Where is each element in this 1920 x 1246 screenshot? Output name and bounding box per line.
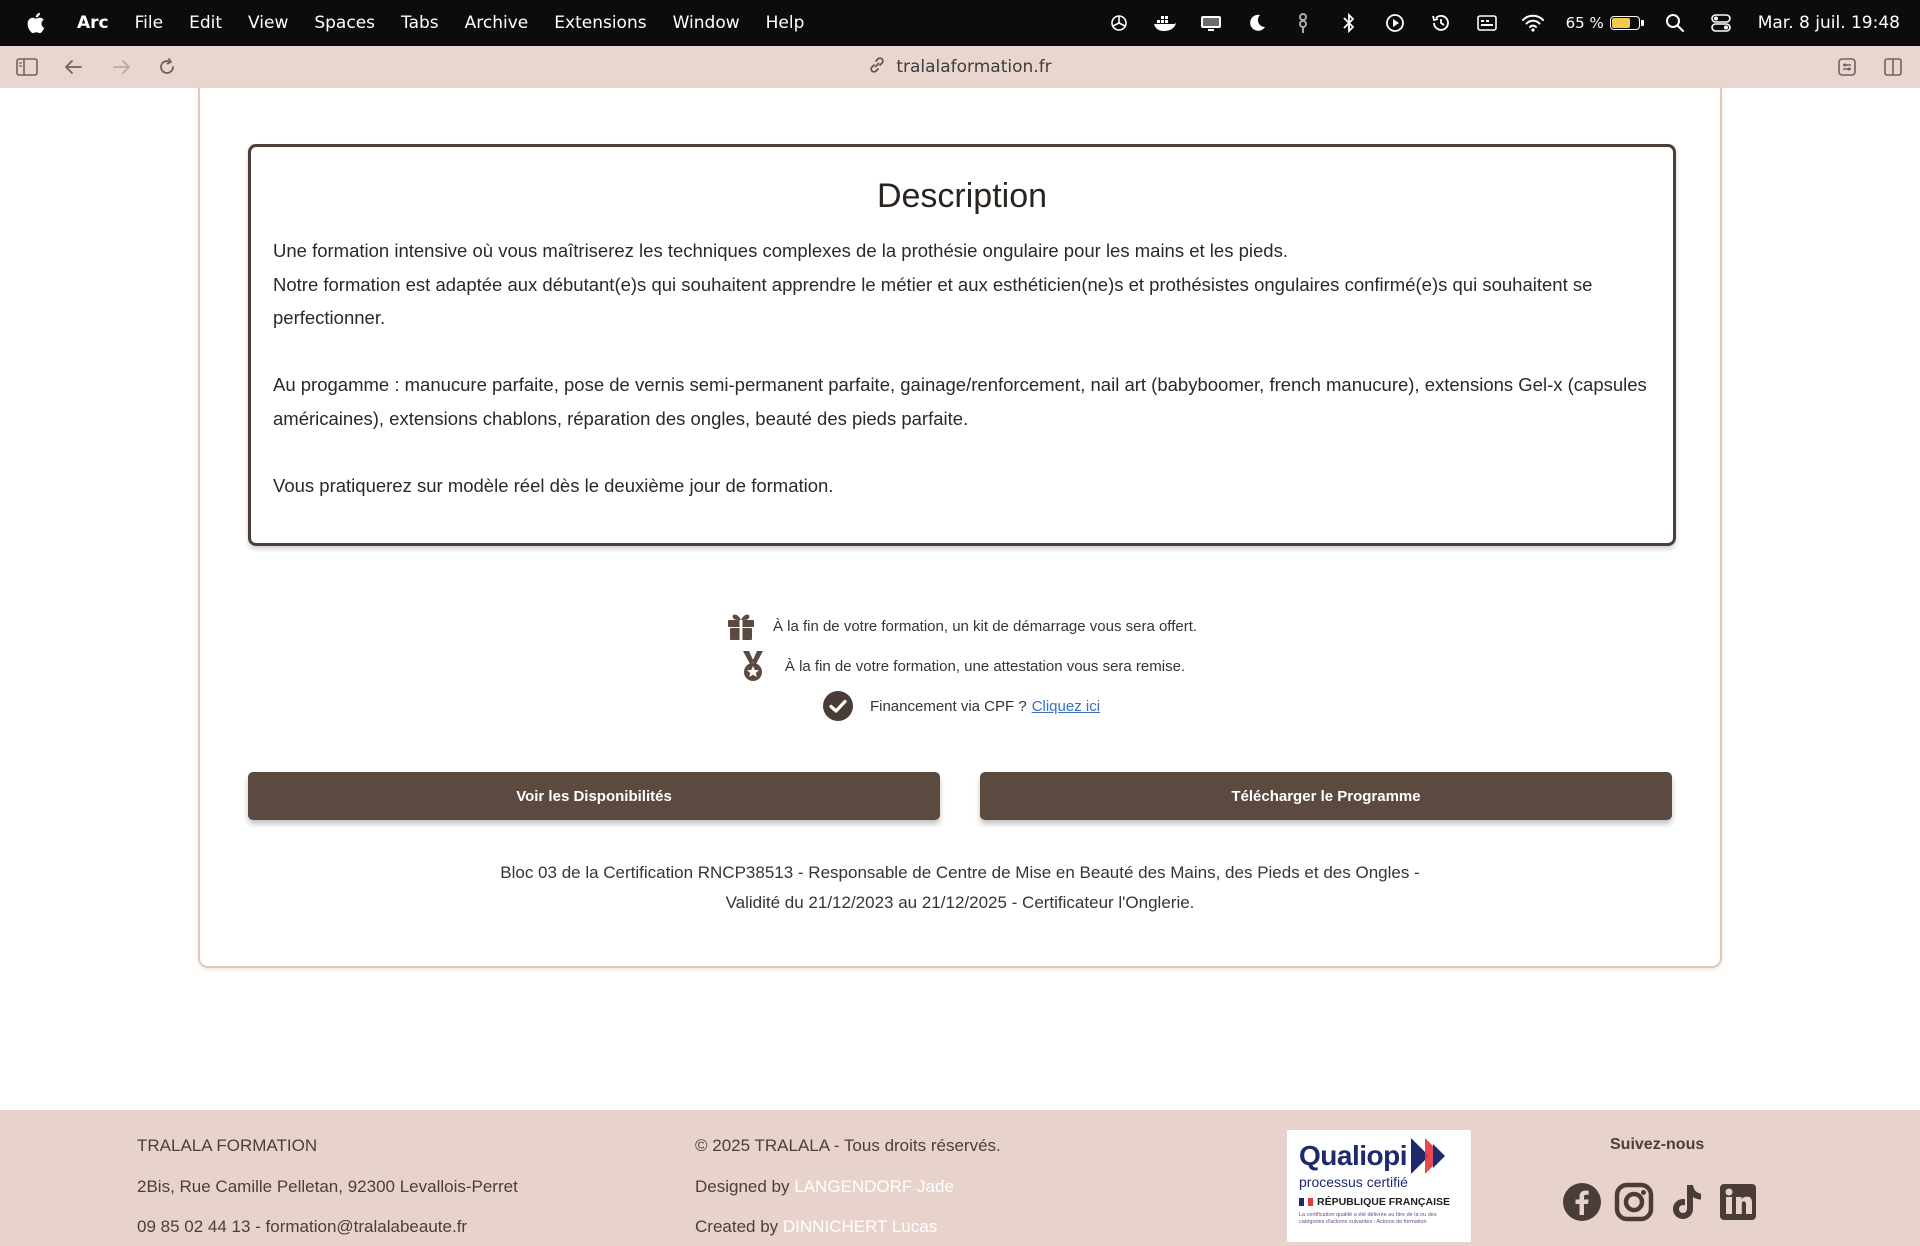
url-text[interactable]: tralalaformation.fr (896, 57, 1051, 77)
facebook-icon[interactable] (1562, 1182, 1602, 1222)
description-title: Description (876, 177, 1048, 215)
medal-icon (735, 648, 771, 684)
openai-icon[interactable] (1106, 10, 1132, 36)
feature-cpf: Financement via CPF ? Cliquez ici (200, 686, 1720, 726)
footer-contact[interactable]: 09 85 02 44 13 - formation@tralalabeaute… (137, 1207, 518, 1246)
footer-created-by: Created by DINNICHERT Lucas (695, 1207, 1001, 1246)
battery-icon[interactable] (1609, 16, 1644, 30)
browser-toolbar: tralalaformation.fr (0, 46, 1920, 88)
footer-credits: © 2025 TRALALA - Tous droits réservés. D… (695, 1126, 1001, 1246)
menu-help[interactable]: Help (766, 13, 805, 33)
tiktok-icon[interactable] (1666, 1182, 1706, 1222)
menu-spaces[interactable]: Spaces (314, 13, 375, 33)
course-card: Description Une formation intensive où v… (198, 88, 1722, 968)
wifi-icon[interactable] (1520, 10, 1546, 36)
download-program-button[interactable]: Télécharger le Programme (980, 772, 1672, 820)
feature-attestation-text: À la fin de votre formation, une attesta… (784, 657, 1186, 675)
certification-info: Bloc 03 de la Certification RNCP38513 - … (200, 858, 1720, 918)
description-paragraph: Au progamme : manucure parfaite, pose de… (273, 374, 1647, 429)
split-view-icon[interactable] (1876, 50, 1910, 84)
feature-attestation: À la fin de votre formation, une attesta… (200, 646, 1720, 686)
features-list: À la fin de votre formation, un kit de d… (200, 606, 1720, 726)
feature-kit-text: À la fin de votre formation, un kit de d… (772, 617, 1198, 635)
keyboard-icon[interactable] (1474, 10, 1500, 36)
feature-cpf-text: Financement via CPF ? (869, 697, 1027, 715)
moon-icon[interactable] (1244, 10, 1270, 36)
qualiopi-logo: Qualiopi processus certifié RÉPUBLIQUE F… (1287, 1130, 1471, 1242)
footer-address: 2Bis, Rue Camille Pelletan, 92300 Levall… (137, 1176, 518, 1196)
description-paragraph: Vous pratiquerez sur modèle réel dès le … (273, 474, 834, 496)
time-machine-icon[interactable] (1428, 10, 1454, 36)
display-icon[interactable] (1198, 10, 1224, 36)
menu-extensions[interactable]: Extensions (554, 13, 646, 33)
dots-icon[interactable] (1290, 10, 1316, 36)
footer-company-info: TRALALA FORMATION 2Bis, Rue Camille Pell… (137, 1126, 518, 1246)
feature-kit: À la fin de votre formation, un kit de d… (200, 606, 1720, 646)
menu-view[interactable]: View (248, 13, 288, 33)
footer-designed-by: Designed by LANGENDORF Jade (695, 1167, 1001, 1208)
qualiopi-republic-text: RÉPUBLIQUE FRANÇAISE (1317, 1196, 1451, 1208)
footer: TRALALA FORMATION 2Bis, Rue Camille Pell… (0, 1110, 1920, 1246)
check-circle-icon (820, 688, 856, 724)
availability-button[interactable]: Voir les Disponibilités (248, 772, 940, 820)
qualiopi-arrows-icon (1411, 1138, 1445, 1174)
footer-company-name: TRALALA FORMATION (137, 1136, 318, 1155)
menu-bar: Arc File Edit View Spaces Tabs Archive E… (0, 0, 1920, 46)
qualiopi-title: Qualiopi (1299, 1140, 1408, 1171)
french-flag-icon (1299, 1198, 1314, 1206)
menu-window[interactable]: Window (673, 13, 740, 33)
search-icon[interactable] (1662, 10, 1688, 36)
play-icon[interactable] (1382, 10, 1408, 36)
apple-logo-icon[interactable] (20, 8, 50, 38)
certification-line: Bloc 03 de la Certification RNCP38513 - … (500, 863, 1420, 882)
instagram-icon[interactable] (1614, 1182, 1654, 1222)
back-arrow-icon[interactable] (57, 50, 91, 84)
battery-percent: 65 % (1565, 14, 1604, 32)
link-icon[interactable] (868, 56, 886, 79)
certification-line: Validité du 21/12/2023 au 21/12/2025 - C… (725, 893, 1195, 912)
bluetooth-icon[interactable] (1336, 10, 1362, 36)
qualiopi-republic: RÉPUBLIQUE FRANÇAISE (1299, 1196, 1459, 1208)
menu-archive[interactable]: Archive (465, 13, 529, 33)
creator-link[interactable]: DINNICHERT Lucas (783, 1217, 937, 1236)
designed-by-label: Designed by (695, 1176, 790, 1196)
cpf-link[interactable]: Cliquez ici (1032, 698, 1100, 715)
docker-icon[interactable] (1152, 10, 1178, 36)
gift-icon (723, 608, 759, 644)
qualiopi-note: La certification qualité a été délivrée … (1299, 1212, 1437, 1225)
qualiopi-subtitle: processus certifié (1299, 1174, 1408, 1190)
menu-file[interactable]: File (135, 13, 163, 33)
extensions-icon[interactable] (1830, 50, 1864, 84)
linkedin-icon[interactable] (1718, 1182, 1758, 1222)
menu-edit[interactable]: Edit (189, 13, 222, 33)
description-paragraph: Notre formation est adaptée aux débutant… (273, 273, 1593, 329)
designer-link[interactable]: LANGENDORF Jade (794, 1177, 954, 1196)
social-links (1562, 1182, 1758, 1222)
sidebar-toggle-icon[interactable] (10, 50, 44, 84)
footer-copyright: © 2025 TRALALA - Tous droits réservés. (695, 1136, 1001, 1155)
clock: Mar. 8 juil. 19:48 (1757, 13, 1900, 33)
forward-arrow-icon[interactable] (104, 50, 138, 84)
address-bar[interactable]: tralalaformation.fr (0, 46, 1920, 88)
social-title: Suivez-nous (1610, 1136, 1705, 1153)
description-paragraph: Une formation intensive où vous maîtrise… (273, 240, 1288, 261)
description-box: Description Une formation intensive où v… (248, 144, 1676, 546)
menu-tabs[interactable]: Tabs (401, 13, 439, 33)
menu-app-name[interactable]: Arc (77, 13, 109, 33)
created-by-label: Created by (695, 1217, 779, 1236)
reload-icon[interactable] (150, 50, 184, 84)
control-center-icon[interactable] (1708, 10, 1734, 36)
